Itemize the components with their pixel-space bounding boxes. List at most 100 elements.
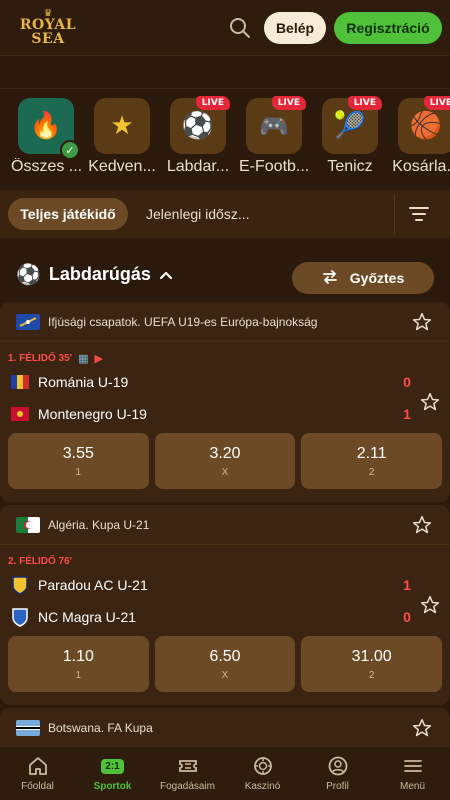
odd-key: 2 — [368, 669, 375, 681]
filter-chip-full-time[interactable]: Teljes játékidő — [8, 198, 128, 230]
team-logo-icon — [10, 607, 30, 627]
uefa-flag-icon — [16, 313, 40, 330]
live-badge: LIVE — [423, 96, 450, 110]
team-home: Románia U-19 — [10, 372, 128, 392]
sport-tile: ⚽ LIVE — [170, 96, 230, 154]
team-away: Montenegro U-19 — [10, 404, 147, 424]
team-logo-icon — [10, 575, 30, 595]
sport-item-favorites[interactable]: ★ Kedven... — [87, 98, 157, 176]
market-select-winner[interactable]: Győztes — [292, 262, 434, 294]
odd-button-away[interactable]: 2.11 2 — [301, 433, 443, 489]
nav-sports[interactable]: 2:1 Sportok — [75, 747, 150, 800]
nav-label: Kaszinó — [244, 781, 281, 792]
swap-arrows-icon — [322, 269, 338, 287]
promo-strip — [0, 57, 450, 89]
odd-button-home[interactable]: 3.55 1 — [8, 433, 149, 489]
competition-header[interactable]: Algéria. Kupa U-21 — [0, 505, 450, 545]
nav-label: Profil — [326, 781, 349, 792]
match-period: 2. FÉLIDŐ 76' — [8, 556, 72, 567]
section-title-text: Labdarúgás — [48, 263, 151, 284]
star-outline-icon[interactable] — [412, 515, 432, 535]
star-outline-icon[interactable] — [420, 595, 440, 615]
search-icon[interactable] — [228, 16, 252, 40]
match-card: Botswana. FA Kupa — [0, 708, 450, 748]
nav-label: Főoldal — [21, 781, 54, 792]
odd-button-home[interactable]: 1.10 1 — [8, 636, 149, 692]
register-button[interactable]: Regisztráció — [334, 12, 442, 44]
team-away: NC Magra U-21 — [10, 607, 136, 627]
sport-label: Kosárla... — [392, 158, 450, 175]
algeria-flag-icon — [16, 516, 40, 533]
tennis-ball-icon: 🎾 — [333, 111, 367, 141]
live-badge: LIVE — [347, 96, 382, 110]
competition-header[interactable]: Ifjúsági csapatok. UEFA U19-es Európa-ba… — [0, 302, 450, 342]
odds-row: 3.55 1 3.20 X 2.11 2 — [8, 433, 443, 489]
logo-text-line1: ROYAL — [19, 17, 77, 33]
odds-row: 1.10 1 6.50 X 31.00 2 — [8, 636, 443, 692]
match-period: 1. FÉLIDŐ 35' ▦ ▶ — [8, 352, 103, 365]
chevron-up-icon — [159, 264, 173, 285]
star-outline-icon[interactable] — [412, 718, 432, 738]
competition-name: Algéria. Kupa U-21 — [48, 517, 150, 532]
sport-item-efootball[interactable]: 🎮 LIVE E-Footb... — [239, 96, 309, 176]
sports-icon: 2:1 — [101, 755, 124, 777]
nav-casino[interactable]: Kaszinó — [225, 747, 300, 800]
sports-carousel[interactable]: 🔥 ✓ Összes ... ★ Kedven... ⚽ LIVE Labdar… — [0, 90, 450, 188]
score-away: 1 — [403, 406, 411, 422]
sport-item-basketball[interactable]: 🏀 LIVE Kosárla... — [391, 96, 450, 176]
filter-icon[interactable] — [408, 203, 430, 225]
logo-text-line2: SEA — [31, 31, 65, 47]
team-name: Románia U-19 — [38, 374, 129, 390]
team-name: Paradou AC U-21 — [38, 577, 148, 593]
team-logo-icon — [10, 404, 30, 424]
period-text: 1. FÉLIDŐ 35' — [8, 353, 73, 364]
live-badge: LIVE — [195, 96, 230, 110]
team-name: NC Magra U-21 — [38, 609, 137, 625]
fire-icon: 🔥 — [29, 111, 63, 141]
odd-value: 31.00 — [351, 647, 392, 665]
royal-sea-logo[interactable]: ♛ ROYAL SEA — [18, 9, 78, 48]
casino-chip-icon — [252, 755, 274, 777]
odd-key: 1 — [75, 669, 82, 681]
sport-item-football[interactable]: ⚽ LIVE Labdar... — [163, 96, 233, 176]
sport-item-all[interactable]: 🔥 ✓ Összes ... — [11, 98, 81, 176]
filter-chip-current-period[interactable]: Jelenlegi idősz... — [146, 198, 250, 230]
period-text: 2. FÉLIDŐ 76' — [8, 556, 73, 567]
basketball-icon: 🏀 — [409, 111, 443, 141]
section-title[interactable]: ⚽ Labdarúgás — [16, 262, 173, 286]
stats-icon[interactable]: ▦ — [78, 352, 88, 365]
odd-button-draw[interactable]: 6.50 X — [154, 636, 296, 692]
divider — [394, 194, 395, 234]
check-icon: ✓ — [60, 140, 80, 160]
competition-header[interactable]: Botswana. FA Kupa — [0, 708, 450, 748]
match-card: Ifjúsági csapatok. UEFA U19-es Európa-ba… — [0, 302, 450, 502]
odd-button-away[interactable]: 31.00 2 — [301, 636, 443, 692]
soccer-ball-icon: ⚽ — [181, 111, 215, 141]
odd-key: 2 — [368, 466, 375, 478]
sport-item-tennis[interactable]: 🎾 LIVE Tenicz — [315, 96, 385, 176]
sport-tile: ★ — [94, 98, 150, 154]
winner-label: Győztes — [349, 270, 405, 286]
score-home: 1 — [403, 577, 411, 593]
period-filter-bar: Teljes játékidő Jelenlegi idősz... — [0, 190, 450, 238]
nav-label: Menü — [399, 781, 425, 792]
nav-label: Sportok — [93, 781, 132, 792]
odd-value: 3.20 — [209, 444, 241, 462]
nav-label: Fogadásaim — [159, 781, 216, 792]
odd-value: 2.11 — [356, 444, 387, 462]
nav-profile[interactable]: Profil — [300, 747, 375, 800]
nav-my-bets[interactable]: Fogadásaim — [150, 747, 225, 800]
login-button[interactable]: Belép — [264, 12, 326, 44]
sport-label: Labdar... — [166, 158, 230, 175]
odd-value: 3.55 — [62, 444, 94, 462]
star-outline-icon[interactable] — [420, 392, 440, 412]
nav-home[interactable]: Főoldal — [0, 747, 75, 800]
nav-menu[interactable]: Menü — [375, 747, 450, 800]
odd-button-draw[interactable]: 3.20 X — [154, 433, 296, 489]
sport-tile: 🔥 ✓ — [18, 98, 80, 160]
soccer-ball-icon: ⚽ — [16, 262, 41, 286]
profile-icon — [327, 755, 349, 777]
play-icon[interactable]: ▶ — [94, 352, 102, 365]
menu-icon — [402, 755, 424, 777]
star-outline-icon[interactable] — [412, 312, 432, 332]
